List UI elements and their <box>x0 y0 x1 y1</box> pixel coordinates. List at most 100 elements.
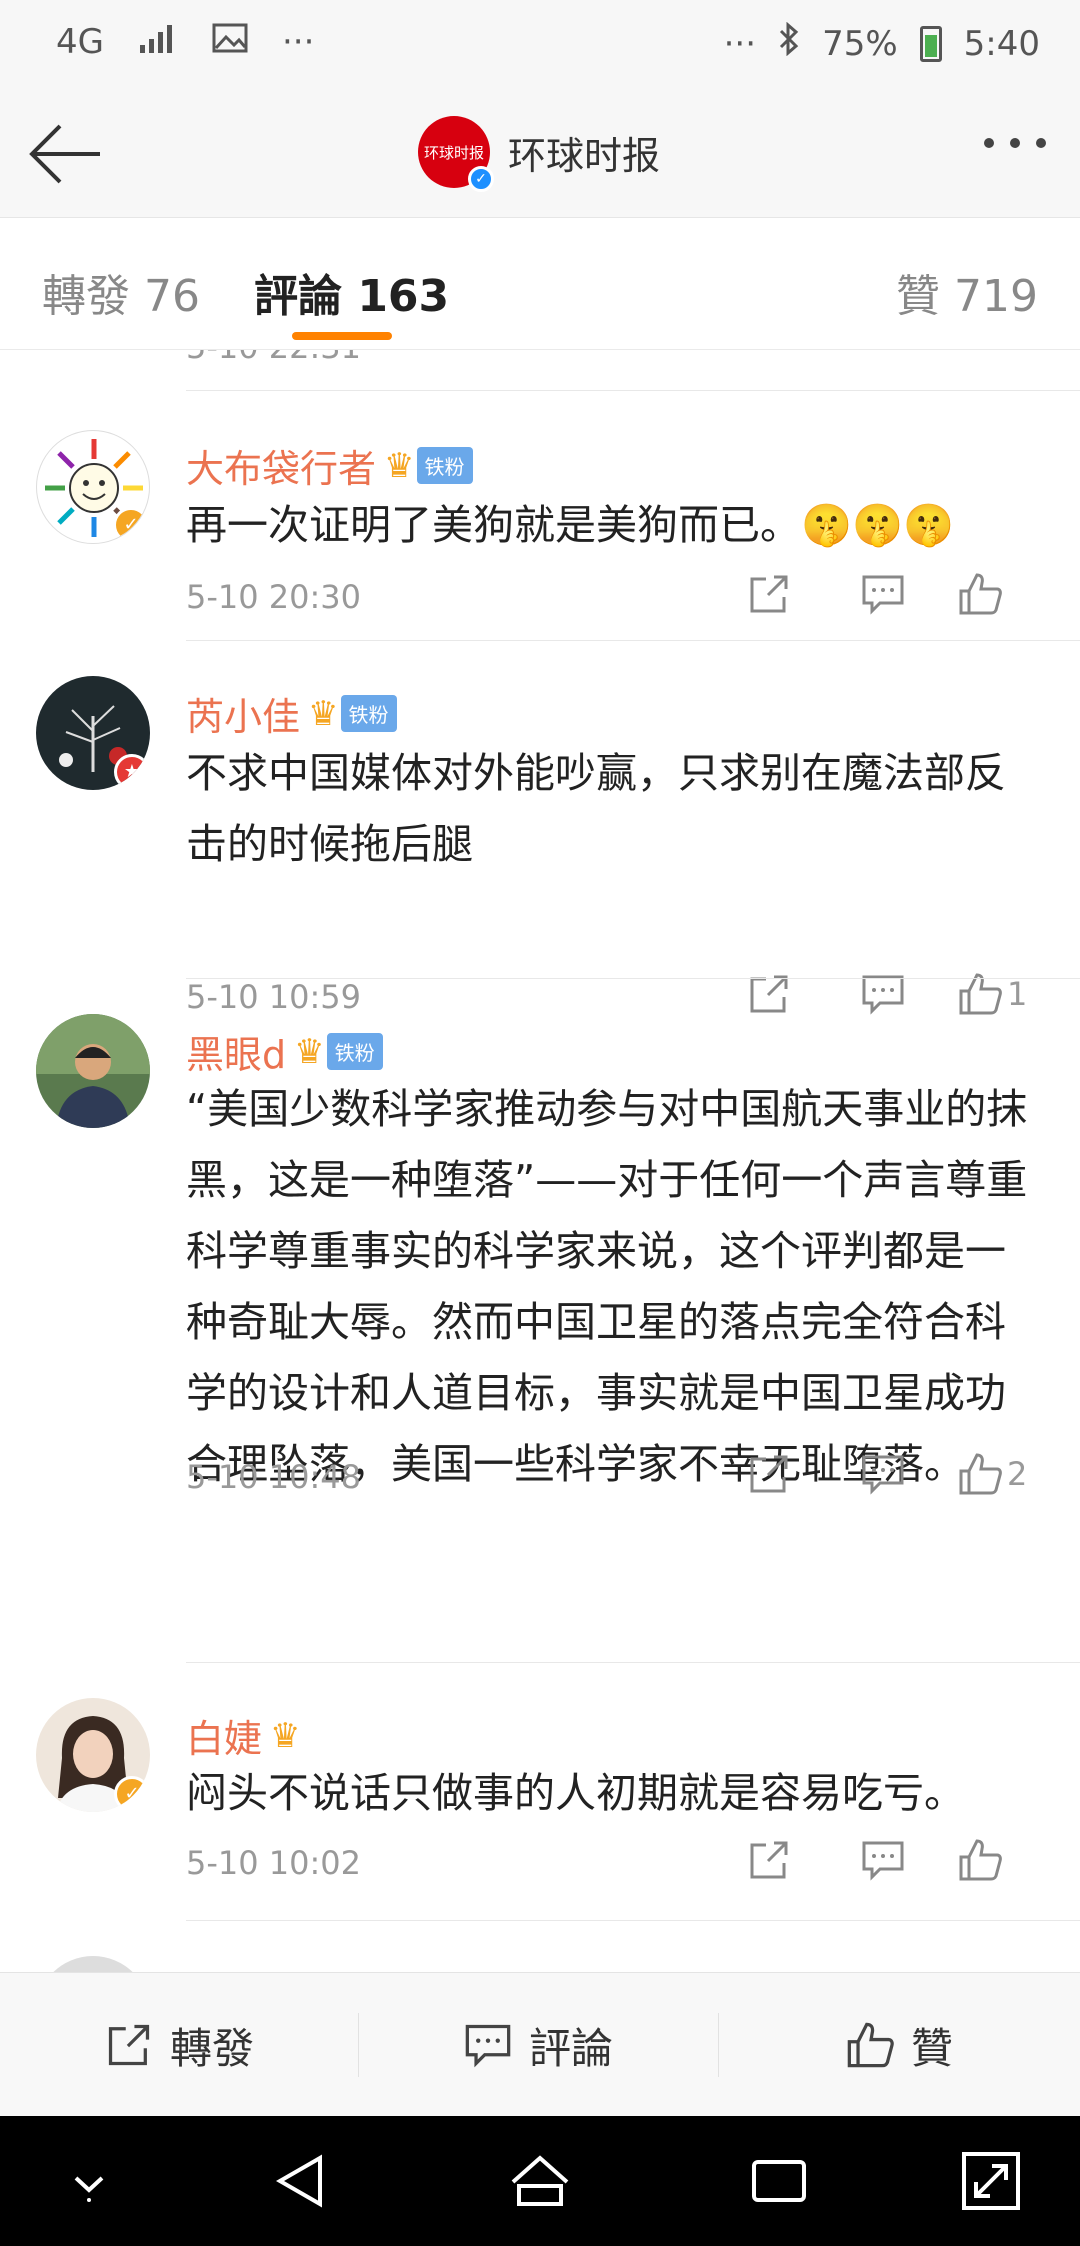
like-count: 2 <box>1007 1455 1028 1493</box>
username-row: 黑眼d ♛ 铁粉 <box>186 1024 383 1079</box>
username[interactable]: 黑眼d <box>186 1024 286 1079</box>
status-more: ··· <box>723 23 757 64</box>
repost-button[interactable] <box>712 966 826 1022</box>
reply-button[interactable] <box>826 966 940 1022</box>
reply-button[interactable] <box>826 1832 940 1888</box>
comment-list[interactable]: 5-10 22:31 ✓ <box>0 350 1080 1972</box>
signal-icon <box>138 22 178 62</box>
tab-comments[interactable]: 評論 163 <box>254 260 449 324</box>
home-icon <box>511 2155 569 2206</box>
comment-time: 5-10 22:31 <box>186 350 361 366</box>
crown-icon: ♛ <box>294 1031 325 1072</box>
username-row: 大布袋行者 ♛ 铁粉 <box>186 438 473 493</box>
tab-likes[interactable]: 贊 719 <box>896 260 1038 324</box>
expand-icon <box>962 2152 1020 2210</box>
crown-icon: ♛ <box>308 693 339 734</box>
divider <box>186 390 1080 391</box>
fan-badge: 铁粉 <box>326 1033 383 1070</box>
page-title: 环球时报 <box>508 133 661 178</box>
member-icon: ★ <box>114 754 150 790</box>
tab-reposts[interactable]: 轉發 76 <box>42 260 200 324</box>
tab-bar: 轉發 76 評論 163 贊 719 <box>0 218 1080 350</box>
share-icon <box>750 1455 788 1493</box>
like-button[interactable]: 1 <box>940 966 1054 1022</box>
active-tab-indicator <box>292 332 392 340</box>
comment-time: 5-10 20:30 <box>186 578 362 616</box>
hide-keyboard-button[interactable] <box>54 2146 124 2216</box>
clock: 5:40 <box>963 23 1040 64</box>
avatar[interactable] <box>36 1956 150 1972</box>
fan-badge: 铁粉 <box>416 447 473 484</box>
partial-comment-top: 5-10 22:31 <box>0 350 1080 392</box>
divider <box>186 640 1080 641</box>
battery-percent: 75% <box>822 23 898 64</box>
like-button[interactable] <box>940 566 1054 622</box>
comment-actions: 1 <box>712 966 1054 1022</box>
comment-time: 5-10 10:02 <box>186 1844 362 1882</box>
username-row: 芮小佳 ♛ 铁粉 <box>186 686 397 741</box>
home-nav-button[interactable] <box>505 2146 575 2216</box>
back-button[interactable] <box>28 120 104 188</box>
like-button[interactable]: 2 <box>940 1446 1054 1502</box>
comment-icon <box>862 575 904 615</box>
thumbs-up-icon <box>959 573 1002 615</box>
comment-text: 不求中国媒体对外能吵赢，只求别在魔法部反击的时候拖后腿 <box>186 749 1006 868</box>
fan-badge: 铁粉 <box>340 695 397 732</box>
username[interactable]: 芮小佳 <box>186 686 300 741</box>
reply-button[interactable] <box>826 566 940 622</box>
recents-nav-button[interactable] <box>744 2146 814 2216</box>
comment-action-button[interactable]: 評論 <box>358 1973 718 2117</box>
repost-button[interactable] <box>712 1832 826 1888</box>
like-label: 贊 <box>910 2023 953 2073</box>
comment-actions <box>712 1832 1054 1888</box>
reply-button[interactable] <box>826 1446 940 1502</box>
comment-text: “美国少数科学家推动参与对中国航天事业的抹黑，这是一种堕落”——对于任何一个声言… <box>186 1085 1028 1488</box>
like-action-button[interactable]: 贊 <box>718 1973 1080 2117</box>
like-count: 1 <box>1007 975 1028 1013</box>
username[interactable]: 白婕 <box>186 1708 262 1763</box>
triangle-back-icon <box>275 2154 322 2208</box>
avatar[interactable]: ★ <box>36 676 150 790</box>
avatar[interactable]: ✓ <box>36 1698 150 1812</box>
partial-comment-bottom: 崇尔王子 ♛ <box>0 1920 1080 1972</box>
bottom-action-bar: 轉發 評論 贊 <box>0 1972 1080 2116</box>
expand-nav-button[interactable] <box>956 2146 1026 2216</box>
avatar[interactable] <box>36 1014 150 1128</box>
username[interactable]: 崇尔王子 <box>186 1962 338 1972</box>
verified-icon: ✓ <box>114 1776 150 1812</box>
system-navigation-bar <box>0 2116 1080 2246</box>
gallery-icon <box>212 22 248 62</box>
thumbs-up-icon <box>959 1453 1002 1495</box>
crown-icon: ♛ <box>270 1715 301 1756</box>
repost-action-button[interactable]: 轉發 <box>0 1973 358 2117</box>
comment-actions: 2 <box>712 1446 1054 1502</box>
recents-icon <box>752 2160 806 2202</box>
comment-icon <box>862 1841 904 1881</box>
share-icon <box>750 575 788 613</box>
dot-icon <box>984 138 994 148</box>
share-icon <box>750 1841 788 1879</box>
comment-icon <box>465 2024 511 2068</box>
username-row: 崇尔王子 ♛ <box>186 1962 377 1973</box>
repost-button[interactable] <box>712 1446 826 1502</box>
verified-icon: ✓ <box>468 166 494 192</box>
back-arrow-icon <box>29 124 100 184</box>
like-button[interactable] <box>940 1832 1054 1888</box>
account-header[interactable]: 环球时报 ✓ 环球时报 <box>418 116 661 192</box>
comment-time: 5-10 10:48 <box>186 1458 362 1496</box>
person-photo-icon <box>36 1014 150 1128</box>
more-options-button[interactable] <box>984 138 1046 148</box>
avatar[interactable]: ✓ <box>36 430 150 544</box>
comment-icon <box>862 1455 904 1495</box>
divider <box>186 1662 1080 1663</box>
comment-text: 闷头不说话只做事的人初期就是容易吃亏。 <box>186 1769 965 1817</box>
repost-label: 轉發 <box>169 2023 254 2073</box>
back-nav-button[interactable] <box>266 2146 336 2216</box>
repost-button[interactable] <box>712 566 826 622</box>
comment-time: 5-10 10:59 <box>186 978 362 1016</box>
thumbs-up-icon <box>959 1839 1002 1881</box>
account-avatar: 环球时报 ✓ <box>418 116 494 192</box>
username[interactable]: 大布袋行者 <box>186 438 376 493</box>
dot-icon <box>1036 138 1046 148</box>
comment-label: 評論 <box>528 2023 613 2073</box>
